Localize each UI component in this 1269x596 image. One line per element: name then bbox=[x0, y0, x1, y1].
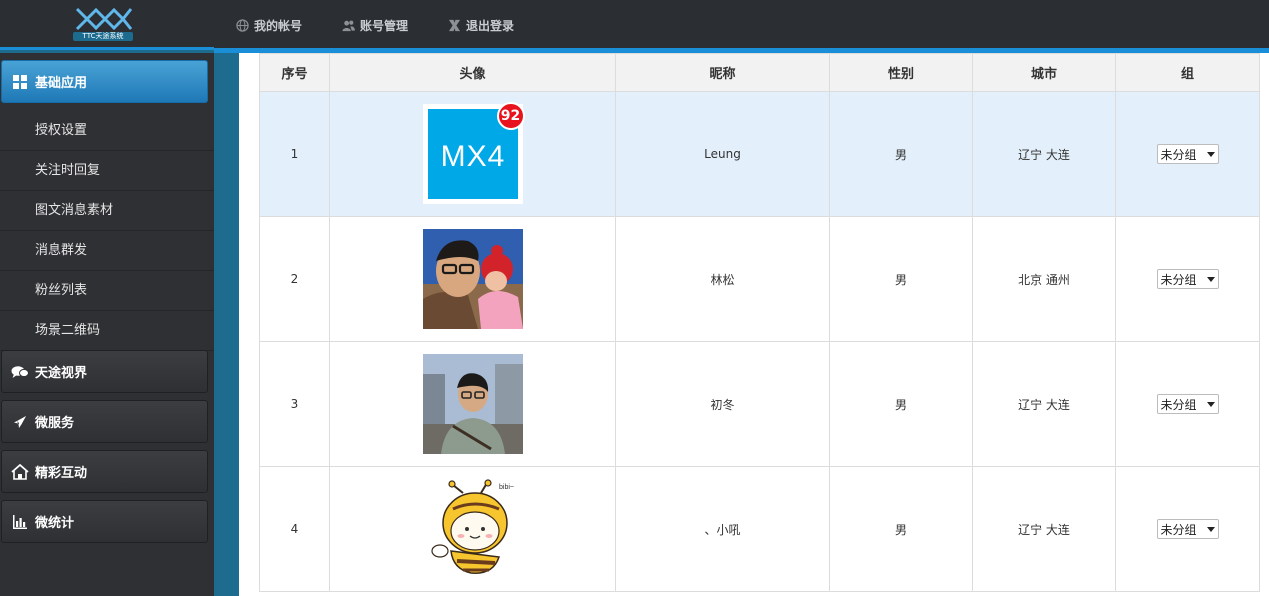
cell-index: 4 bbox=[259, 466, 330, 592]
nav-logout-label: 退出登录 bbox=[466, 18, 515, 33]
column-header-city[interactable]: 城市 bbox=[972, 53, 1116, 92]
rocket-icon bbox=[9, 411, 31, 433]
cell-gender: 男 bbox=[829, 466, 973, 592]
logo-area: TTC天途系统 bbox=[0, 0, 214, 50]
cell-nickname: Leung bbox=[615, 91, 830, 217]
globe-icon bbox=[236, 18, 249, 32]
column-header-nickname[interactable]: 昵称 bbox=[615, 53, 830, 92]
cartoon-bee-avatar[interactable]: bibi~ bbox=[422, 479, 523, 579]
table-row[interactable]: 3 初冬 男 辽宁 大连 未分组 bbox=[259, 341, 1260, 467]
table-header-row: 序号 头像 昵称 性别 城市 组 bbox=[259, 53, 1260, 92]
grid-icon bbox=[9, 71, 31, 93]
top-nav: 我的帐号 账号管理 退出登录 bbox=[236, 16, 554, 34]
cell-gender: 男 bbox=[829, 341, 973, 467]
cell-gender: 男 bbox=[829, 91, 973, 217]
sidebar-group-micro-service[interactable]: 微服务 bbox=[1, 400, 208, 443]
nav-account-management[interactable]: 账号管理 bbox=[342, 16, 408, 34]
nav-account-management-label: 账号管理 bbox=[360, 18, 409, 33]
svg-text:bibi~: bibi~ bbox=[499, 484, 514, 491]
cell-avatar: bibi~ bbox=[329, 466, 616, 592]
cell-group: 未分组 bbox=[1115, 341, 1260, 467]
sidebar-group-label: 基础应用 bbox=[35, 76, 88, 91]
group-select[interactable]: 未分组 bbox=[1156, 269, 1219, 289]
group-select-value: 未分组 bbox=[1160, 147, 1197, 162]
sidebar-item-scene-qrcode[interactable]: 场景二维码 bbox=[0, 311, 214, 351]
cell-index: 1 bbox=[259, 91, 330, 217]
cell-city: 辽宁 大连 bbox=[972, 91, 1116, 217]
cell-nickname: 、小吼 bbox=[615, 466, 830, 592]
cell-nickname: 初冬 bbox=[615, 341, 830, 467]
content-gutter bbox=[214, 53, 239, 596]
table-row[interactable]: 2 林松 男 北京 通州 未分组 bbox=[259, 216, 1260, 342]
group-select[interactable]: 未分组 bbox=[1156, 394, 1219, 414]
cell-index: 3 bbox=[259, 341, 330, 467]
group-select[interactable]: 未分组 bbox=[1156, 144, 1219, 164]
sidebar-group-label: 天途视界 bbox=[35, 366, 88, 381]
chevron-down-icon bbox=[1206, 276, 1215, 282]
sidebar-group-label: 精彩互动 bbox=[35, 466, 88, 481]
cell-group: 未分组 bbox=[1115, 216, 1260, 342]
logo-text: TTC天途系统 bbox=[73, 32, 133, 41]
cell-gender: 男 bbox=[829, 216, 973, 342]
cell-city: 北京 通州 bbox=[972, 216, 1116, 342]
group-select-value: 未分组 bbox=[1160, 272, 1197, 287]
cell-city: 辽宁 大连 bbox=[972, 341, 1116, 467]
chevron-down-icon bbox=[1206, 151, 1215, 157]
cell-group: 未分组 bbox=[1115, 91, 1260, 217]
cell-avatar: MX4 92 bbox=[329, 91, 616, 217]
group-select-value: 未分组 bbox=[1160, 522, 1197, 537]
chevron-down-icon bbox=[1206, 526, 1215, 532]
sidebar: 基础应用 授权设置 关注时回复 图文消息素材 消息群发 粉丝列表 场景二维码 天… bbox=[0, 53, 214, 596]
nav-logout[interactable]: 退出登录 bbox=[448, 16, 514, 34]
group-select[interactable]: 未分组 bbox=[1156, 519, 1219, 539]
sidebar-item-mass-message[interactable]: 消息群发 bbox=[0, 231, 214, 271]
logout-x-icon bbox=[448, 19, 461, 31]
sidebar-group-tiantu-vision[interactable]: 天途视界 bbox=[1, 350, 208, 393]
bar-chart-icon bbox=[9, 511, 31, 533]
cell-nickname: 林松 bbox=[615, 216, 830, 342]
sidebar-group-statistics[interactable]: 微统计 bbox=[1, 500, 208, 543]
nav-my-account[interactable]: 我的帐号 bbox=[236, 16, 302, 34]
table-row[interactable]: 1 MX4 92 Leung 男 辽宁 大连 未分组 bbox=[259, 91, 1260, 217]
svg-text:MX4: MX4 bbox=[440, 140, 505, 173]
top-bar: TTC天途系统 我的帐号 账号管理 退出登录 bbox=[0, 0, 1269, 53]
column-header-gender[interactable]: 性别 bbox=[829, 53, 973, 92]
column-header-index[interactable]: 序号 bbox=[259, 53, 330, 92]
sidebar-item-fans-list[interactable]: 粉丝列表 bbox=[0, 271, 214, 311]
sidebar-group-label: 微统计 bbox=[35, 516, 75, 531]
main-content: 序号 头像 昵称 性别 城市 组 1 MX4 92 Leung 男 辽宁 大连 … bbox=[239, 53, 1269, 596]
cell-avatar bbox=[329, 216, 616, 342]
table-row[interactable]: 4 bibi~ 、小吼 男 辽宁 大连 未分组 bbox=[259, 466, 1260, 592]
cell-city: 辽宁 大连 bbox=[972, 466, 1116, 592]
photo-man-with-child-avatar[interactable] bbox=[422, 229, 523, 329]
column-header-group[interactable]: 组 bbox=[1115, 53, 1260, 92]
cell-group: 未分组 bbox=[1115, 466, 1260, 592]
logo-mark-icon bbox=[75, 7, 133, 31]
cell-index: 2 bbox=[259, 216, 330, 342]
mx4-logo-avatar[interactable]: MX4 92 bbox=[422, 102, 525, 204]
chevron-down-icon bbox=[1206, 401, 1215, 407]
home-icon bbox=[9, 461, 31, 483]
photo-young-man-avatar[interactable] bbox=[422, 354, 523, 454]
users-icon bbox=[342, 20, 355, 31]
nav-my-account-label: 我的帐号 bbox=[254, 18, 303, 33]
sidebar-item-auth-settings[interactable]: 授权设置 bbox=[0, 111, 214, 151]
chat-bubbles-icon bbox=[9, 361, 31, 383]
group-select-value: 未分组 bbox=[1160, 397, 1197, 412]
unread-badge: 92 bbox=[496, 102, 525, 130]
sidebar-group-basic-apps[interactable]: 基础应用 bbox=[1, 60, 208, 103]
fans-table: 序号 头像 昵称 性别 城市 组 1 MX4 92 Leung 男 辽宁 大连 … bbox=[259, 53, 1260, 592]
column-header-avatar[interactable]: 头像 bbox=[329, 53, 616, 92]
sidebar-group-label: 微服务 bbox=[35, 416, 75, 431]
sidebar-group-interaction[interactable]: 精彩互动 bbox=[1, 450, 208, 493]
sidebar-item-news-material[interactable]: 图文消息素材 bbox=[0, 191, 214, 231]
cell-avatar bbox=[329, 341, 616, 467]
logo[interactable]: TTC天途系统 bbox=[73, 6, 133, 42]
sidebar-item-follow-reply[interactable]: 关注时回复 bbox=[0, 151, 214, 191]
